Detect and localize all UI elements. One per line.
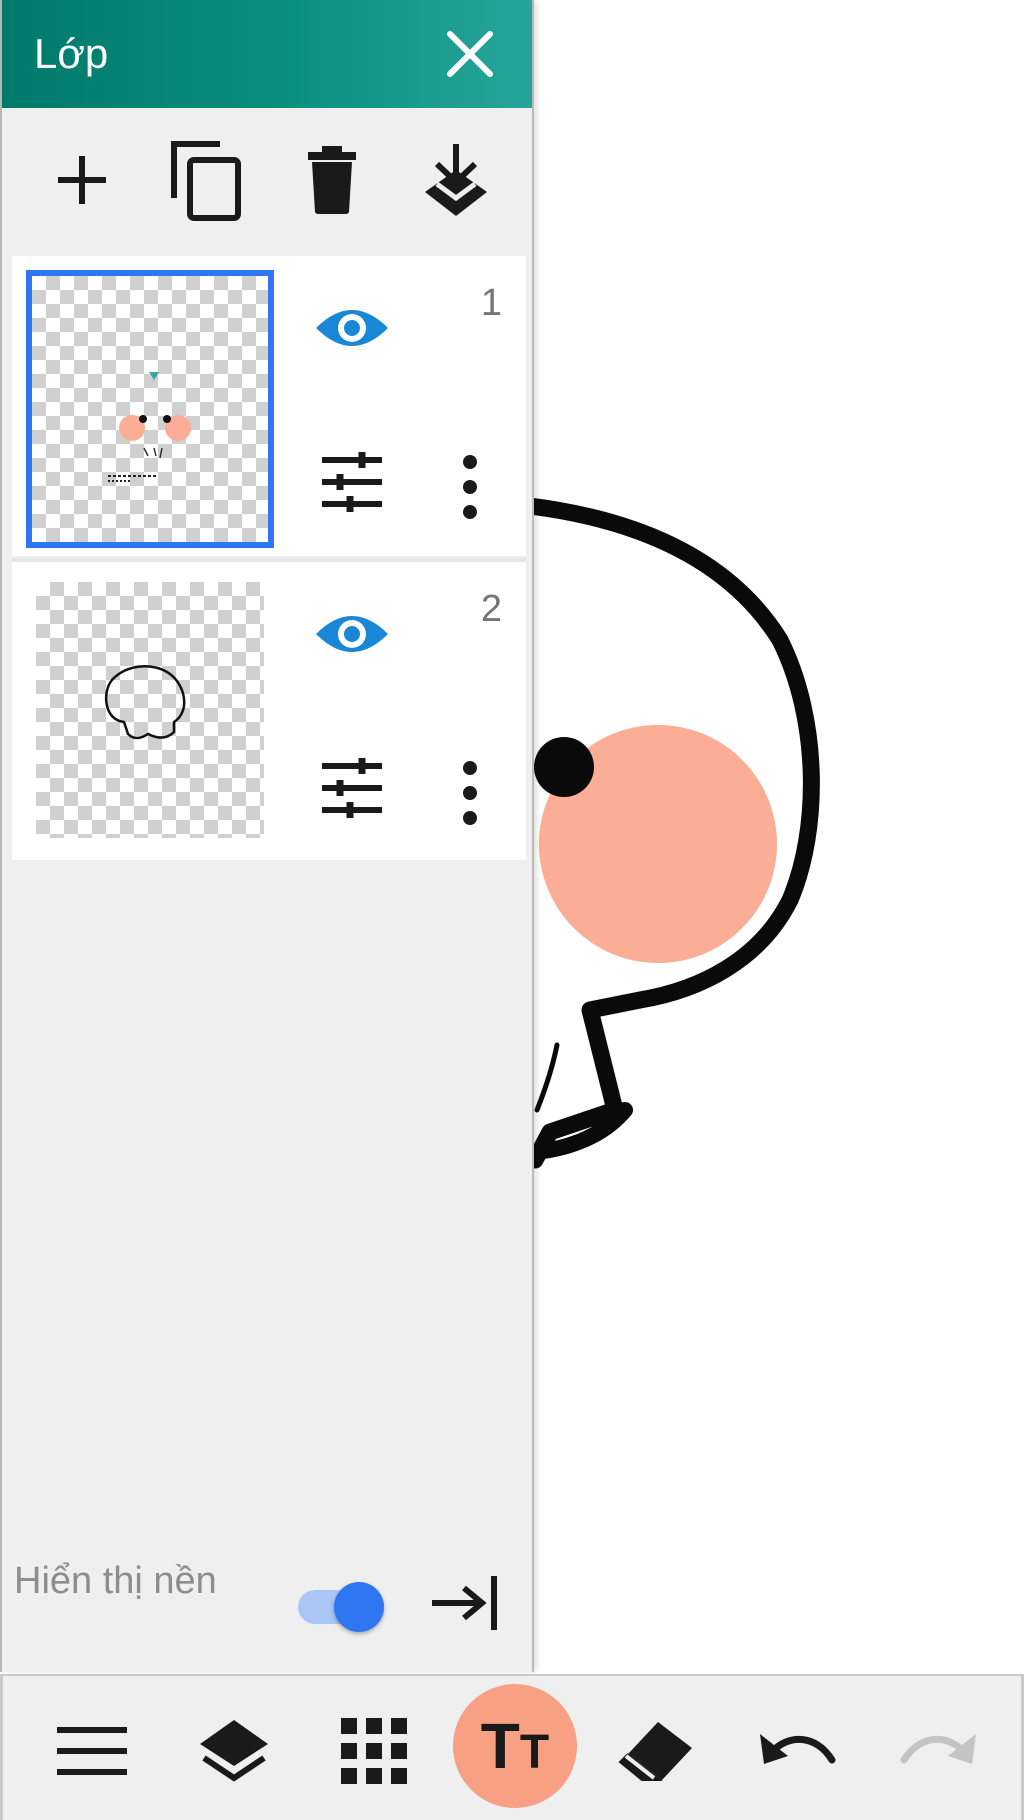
layer-row[interactable]: 1 — [12, 256, 526, 556]
text-tool-big-t: T — [480, 1710, 520, 1782]
merge-down-icon — [425, 144, 487, 216]
eraser-icon — [618, 1722, 692, 1781]
panel-header: Lớp — [2, 0, 532, 108]
plus-icon — [58, 156, 106, 204]
menu-icon — [57, 1727, 127, 1775]
layer-adjust-button[interactable] — [320, 758, 390, 828]
visibility-toggle[interactable] — [312, 604, 392, 674]
menu-button[interactable] — [37, 1696, 147, 1806]
close-button[interactable] — [432, 22, 508, 86]
layer-thumbnail-art — [108, 372, 191, 482]
text-tool-small-t: T — [519, 1726, 550, 1779]
layers-button[interactable] — [179, 1696, 289, 1806]
layers-icon — [200, 1720, 268, 1782]
merge-down-button[interactable] — [406, 130, 506, 230]
text-tool-icon: TT — [481, 1709, 549, 1783]
more-vertical-icon — [463, 761, 477, 825]
undo-icon — [760, 1734, 836, 1764]
eye-icon — [316, 616, 388, 652]
layer-more-button[interactable] — [450, 758, 490, 828]
layer-adjust-button[interactable] — [320, 452, 390, 522]
text-tool-button[interactable]: TT — [453, 1684, 577, 1808]
duplicate-layer-button[interactable] — [156, 130, 256, 230]
eye-dot — [534, 737, 594, 797]
layer-thumbnail-art — [104, 665, 186, 740]
redo-icon — [900, 1734, 976, 1764]
redo-button[interactable] — [883, 1696, 993, 1806]
sliders-icon — [322, 452, 382, 512]
trash-icon — [308, 146, 356, 214]
active-tool-highlight: TT — [453, 1684, 577, 1808]
bottom-toolbar: TT — [0, 1674, 1024, 1820]
layer-number: 1 — [480, 282, 502, 324]
grid-button[interactable] — [319, 1696, 429, 1806]
sliders-icon — [322, 758, 382, 818]
collapse-panel-button[interactable] — [430, 1572, 506, 1638]
visibility-toggle[interactable] — [312, 298, 392, 368]
background-row: Hiển thị nền — [2, 1548, 532, 1668]
more-vertical-icon — [463, 455, 477, 519]
layer-number: 2 — [480, 588, 502, 630]
eye-icon — [316, 310, 388, 346]
layer-row[interactable]: 2 — [12, 562, 526, 860]
layer-toolbar — [2, 108, 532, 254]
layer-panel: Lớp 1 2 Hiển thị nền — [0, 0, 534, 1672]
eraser-button[interactable] — [601, 1696, 711, 1806]
layer-thumbnail[interactable] — [36, 582, 264, 838]
background-toggle[interactable] — [298, 1574, 392, 1634]
layer-thumbnail[interactable] — [26, 270, 274, 548]
layer-more-button[interactable] — [450, 452, 490, 522]
toggle-knob — [334, 1582, 384, 1632]
undo-button[interactable] — [743, 1696, 853, 1806]
panel-title: Lớp — [34, 30, 109, 77]
background-label: Hiển thị nền — [14, 1560, 217, 1602]
arrow-right-bar-icon — [432, 1576, 497, 1630]
close-icon — [447, 31, 493, 77]
grid-icon — [341, 1718, 407, 1784]
add-layer-button[interactable] — [32, 130, 132, 230]
delete-layer-button[interactable] — [282, 130, 382, 230]
copy-icon — [171, 141, 241, 221]
